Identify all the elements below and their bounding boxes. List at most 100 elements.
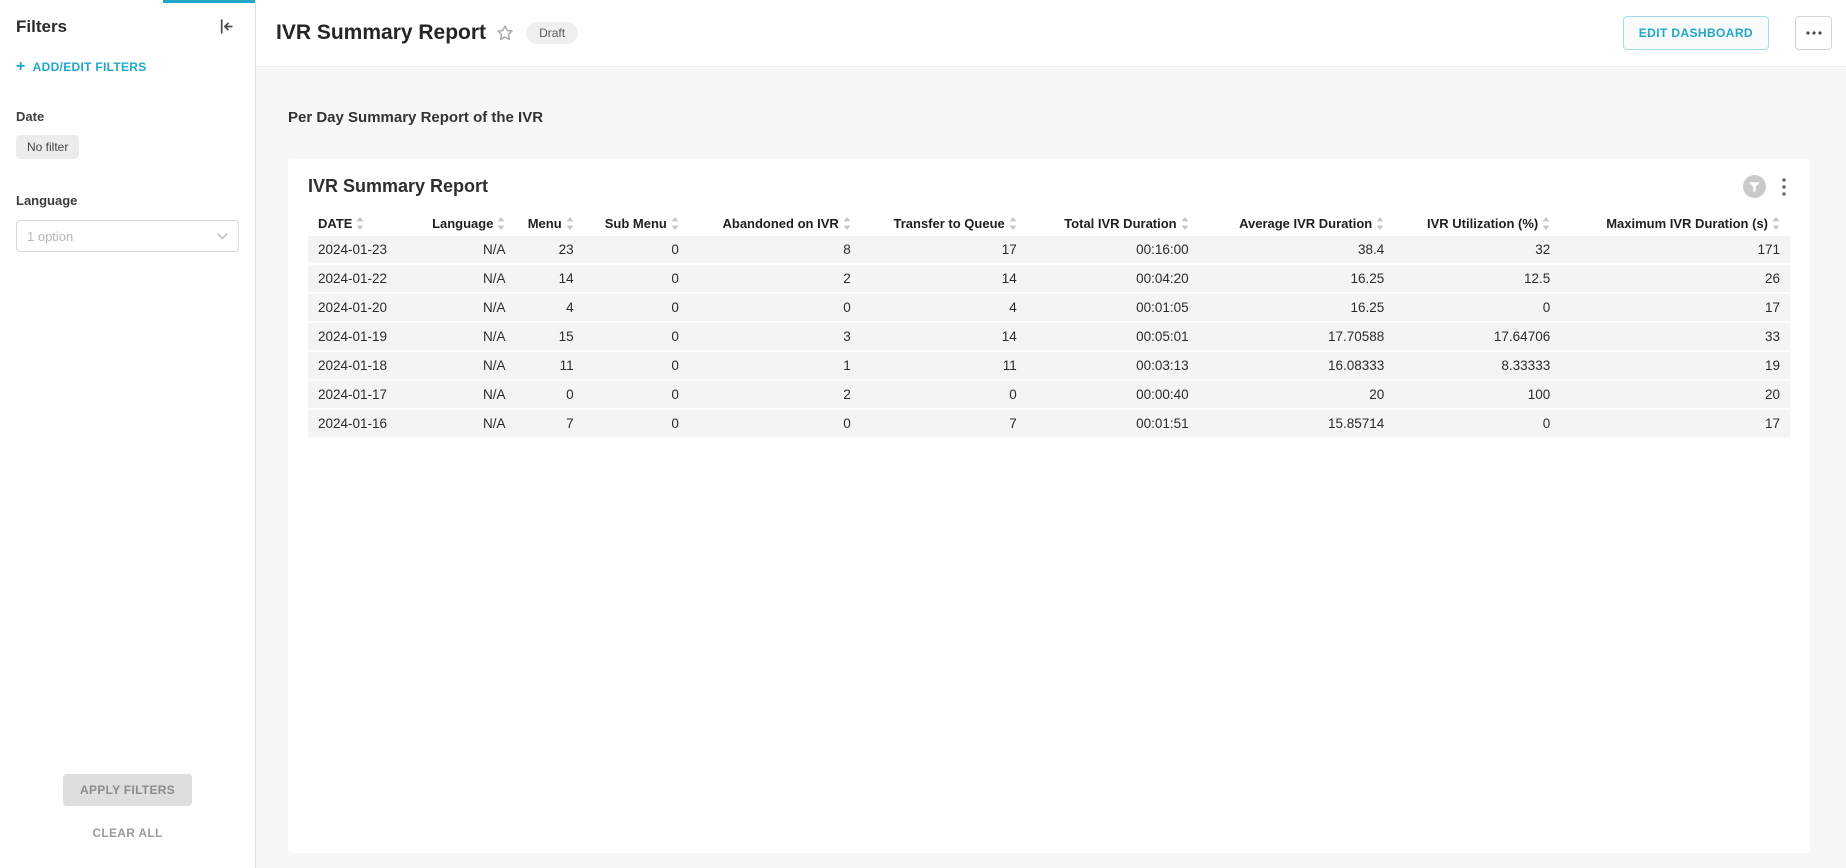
language-filter-label: Language	[16, 193, 239, 208]
column-header-label: Maximum IVR Duration (s)	[1606, 216, 1768, 231]
chart-filter-icon[interactable]	[1743, 175, 1766, 198]
table-cell: 33	[1560, 322, 1790, 351]
table-cell: 15.85714	[1199, 409, 1395, 438]
plus-icon: +	[16, 59, 26, 75]
table-cell: 00:16:00	[1027, 236, 1199, 264]
table-cell: 0	[584, 409, 689, 438]
main-area: IVR Summary Report Draft EDIT DASHBOARD …	[256, 0, 1846, 868]
apply-filters-button[interactable]: APPLY FILTERS	[63, 774, 192, 806]
table-cell: 16.25	[1199, 264, 1395, 293]
table-cell: 0	[584, 293, 689, 322]
table-cell: 171	[1560, 236, 1790, 264]
sort-icon[interactable]	[497, 217, 505, 230]
column-header[interactable]: Average IVR Duration	[1199, 211, 1395, 236]
chart-card: IVR Summary Report DATELanguageMenuSub M	[288, 159, 1810, 853]
column-header-label: Language	[432, 216, 493, 231]
table-cell: 0	[861, 380, 1027, 409]
date-filter-value-chip[interactable]: No filter	[16, 135, 79, 159]
table-row: 2024-01-17N/A002000:00:402010020	[308, 380, 1790, 409]
filter-section-language: Language 1 option	[0, 159, 255, 252]
table-cell: 00:05:01	[1027, 322, 1199, 351]
table-cell: 14	[515, 264, 583, 293]
table-row: 2024-01-19N/A15031400:05:0117.7058817.64…	[308, 322, 1790, 351]
table-header-row: DATE Language Menu Sub Menu Abandoned on IVR…	[308, 211, 1790, 236]
table-row: 2024-01-16N/A700700:01:5115.85714017	[308, 409, 1790, 438]
column-header-label: Menu	[528, 216, 562, 231]
sort-icon[interactable]	[1181, 217, 1189, 230]
table-cell: 8.33333	[1394, 351, 1560, 380]
column-header[interactable]: Abandoned on IVR	[689, 211, 861, 236]
table-cell: 2	[689, 380, 861, 409]
column-header[interactable]: Sub Menu	[584, 211, 689, 236]
table-cell: N/A	[415, 380, 516, 409]
table-cell: 00:01:05	[1027, 293, 1199, 322]
sort-icon[interactable]	[356, 217, 364, 230]
table-row: 2024-01-18N/A11011100:03:1316.083338.333…	[308, 351, 1790, 380]
column-header-label: DATE	[318, 216, 352, 231]
sort-icon[interactable]	[671, 217, 679, 230]
table-cell: 0	[1394, 409, 1560, 438]
sort-icon[interactable]	[1542, 217, 1550, 230]
language-filter-select[interactable]: 1 option	[16, 220, 239, 252]
table-cell: 11	[515, 351, 583, 380]
table-cell: 17.70588	[1199, 322, 1395, 351]
table-cell: 00:04:20	[1027, 264, 1199, 293]
table-body: 2024-01-23N/A23081700:16:0038.4321712024…	[308, 236, 1790, 438]
sort-icon[interactable]	[1009, 217, 1017, 230]
table-cell: 17	[861, 236, 1027, 264]
favorite-star-icon[interactable]	[496, 24, 514, 42]
table-cell: 20	[1560, 380, 1790, 409]
table-cell: 0	[584, 264, 689, 293]
table-cell: 2024-01-17	[308, 380, 415, 409]
column-header[interactable]: IVR Utilization (%)	[1394, 211, 1560, 236]
column-header[interactable]: Total IVR Duration	[1027, 211, 1199, 236]
column-header-label: Abandoned on IVR	[722, 216, 838, 231]
table-cell: 100	[1394, 380, 1560, 409]
table-cell: 0	[584, 351, 689, 380]
table-cell: 2024-01-22	[308, 264, 415, 293]
table-cell: 4	[861, 293, 1027, 322]
clear-all-button[interactable]: CLEAR ALL	[92, 826, 162, 840]
table-cell: 20	[1199, 380, 1395, 409]
dashboard-title: IVR Summary Report	[276, 21, 486, 45]
sidebar-footer: APPLY FILTERS CLEAR ALL	[0, 774, 255, 868]
table-cell: N/A	[415, 322, 516, 351]
column-header-label: Average IVR Duration	[1239, 216, 1372, 231]
column-header[interactable]: Maximum IVR Duration (s)	[1560, 211, 1790, 236]
collapse-sidebar-icon[interactable]	[216, 16, 237, 37]
table-cell: 2024-01-23	[308, 236, 415, 264]
sidebar-top-accent	[163, 0, 255, 3]
summary-table: DATE Language Menu Sub Menu Abandoned on IVR…	[308, 211, 1790, 439]
table-cell: 00:01:51	[1027, 409, 1199, 438]
table-cell: 2024-01-16	[308, 409, 415, 438]
column-header[interactable]: Transfer to Queue	[861, 211, 1027, 236]
sort-icon[interactable]	[1772, 217, 1780, 230]
sort-icon[interactable]	[843, 217, 851, 230]
sort-icon[interactable]	[1376, 217, 1384, 230]
table-cell: 0	[584, 236, 689, 264]
table-cell: 0	[584, 380, 689, 409]
table-cell: 16.08333	[1199, 351, 1395, 380]
column-header[interactable]: Language	[415, 211, 516, 236]
table-row: 2024-01-22N/A14021400:04:2016.2512.526	[308, 264, 1790, 293]
sort-icon[interactable]	[566, 217, 574, 230]
table-row: 2024-01-23N/A23081700:16:0038.432171	[308, 236, 1790, 264]
column-header[interactable]: Menu	[515, 211, 583, 236]
dashboard-body: Per Day Summary Report of the IVR IVR Su…	[256, 67, 1846, 868]
table-cell: 14	[861, 264, 1027, 293]
table-cell: 2	[689, 264, 861, 293]
table-cell: 0	[689, 409, 861, 438]
table-cell: 2024-01-20	[308, 293, 415, 322]
edit-dashboard-button[interactable]: EDIT DASHBOARD	[1623, 16, 1769, 50]
table-cell: 16.25	[1199, 293, 1395, 322]
column-header[interactable]: DATE	[308, 211, 415, 236]
table-cell: 17	[1560, 293, 1790, 322]
add-edit-filters-button[interactable]: + ADD/EDIT FILTERS	[0, 59, 255, 75]
draft-status-badge: Draft	[526, 22, 578, 44]
dashboard-header: IVR Summary Report Draft EDIT DASHBOARD	[256, 0, 1846, 67]
table-cell: 3	[689, 322, 861, 351]
chart-more-menu-icon[interactable]	[1778, 176, 1790, 198]
dashboard-more-menu-button[interactable]	[1795, 16, 1832, 50]
table-cell: N/A	[415, 236, 516, 264]
chart-card-header: IVR Summary Report	[308, 175, 1790, 198]
